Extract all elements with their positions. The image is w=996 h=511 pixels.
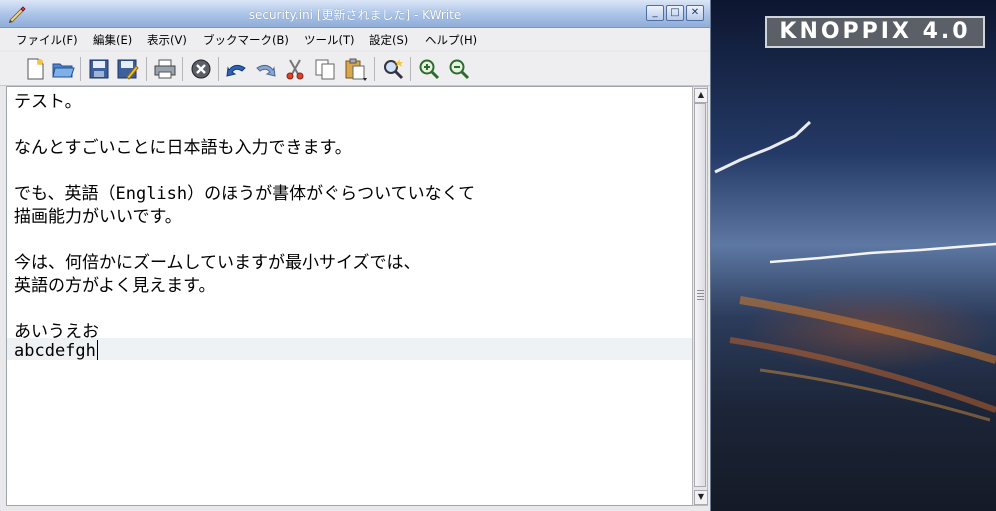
editor-line[interactable]: 今は、何倍かにズームしていますが最小サイズでは、	[14, 248, 420, 273]
menu-help[interactable]: ヘルプ(H)	[425, 32, 477, 48]
window-title: security.ini [更新されました] - KWrite	[248, 8, 462, 22]
current-line-text: abcdefgh	[14, 341, 96, 361]
toolbar	[0, 52, 710, 86]
text-cursor	[96, 340, 99, 360]
menu-bar: ファイル(F) 編集(E) 表示(V) ブックマーク(B) ツール(T) 設定(…	[0, 28, 710, 50]
print-icon[interactable]	[152, 56, 178, 82]
minimize-button[interactable]: _	[646, 5, 664, 21]
text-editor[interactable]: テスト。 なんとすごいことに日本語も入力できます。 でも、英語（English）…	[6, 86, 693, 506]
editor-line[interactable]: テスト。	[14, 87, 82, 112]
close-button[interactable]: ✕	[686, 5, 704, 21]
maximize-button[interactable]: □	[666, 5, 684, 21]
toolbar-separator	[146, 57, 147, 81]
toolbar-separator	[80, 57, 81, 81]
cut-icon[interactable]	[282, 56, 308, 82]
scroll-grip-icon	[697, 290, 704, 300]
knoppix-logo: KNOPPIX 4.0	[765, 16, 985, 48]
editor-line[interactable]: でも、英語（English）のほうが書体がぐらついていなくて	[14, 179, 475, 204]
editor-line-current[interactable]: abcdefgh	[14, 340, 99, 361]
kwrite-window: security.ini [更新されました] - KWrite _ □ ✕ ファ…	[0, 0, 711, 511]
toolbar-separator	[218, 57, 219, 81]
title-bar[interactable]: security.ini [更新されました] - KWrite _ □ ✕	[0, 0, 710, 28]
vertical-scrollbar[interactable]: ▲ ▼	[692, 86, 708, 506]
editor-line[interactable]: 描画能力がいいです。	[14, 202, 182, 227]
menu-view[interactable]: 表示(V)	[147, 32, 187, 48]
current-line-highlight	[7, 338, 692, 360]
redo-icon[interactable]	[252, 56, 278, 82]
save-icon[interactable]	[86, 56, 112, 82]
open-folder-icon[interactable]	[50, 56, 76, 82]
copy-icon[interactable]	[312, 56, 338, 82]
find-icon[interactable]	[380, 56, 406, 82]
paste-icon[interactable]	[342, 56, 368, 82]
toolbar-separator	[410, 57, 411, 81]
new-file-icon[interactable]	[22, 56, 48, 82]
zoom-out-icon[interactable]	[446, 56, 472, 82]
editor-line[interactable]: 英語の方がよく見えます。	[14, 271, 215, 296]
menu-edit[interactable]: 編集(E)	[93, 32, 132, 48]
save-as-icon[interactable]	[114, 56, 140, 82]
menu-file[interactable]: ファイル(F)	[16, 32, 78, 48]
menu-bookmarks[interactable]: ブックマーク(B)	[203, 32, 289, 48]
scroll-up-arrow[interactable]: ▲	[694, 88, 708, 103]
menu-settings[interactable]: 設定(S)	[369, 32, 408, 48]
toolbar-separator	[182, 57, 183, 81]
toolbar-separator	[374, 57, 375, 81]
editor-line[interactable]: なんとすごいことに日本語も入力できます。	[14, 133, 352, 158]
undo-icon[interactable]	[224, 56, 250, 82]
scroll-down-arrow[interactable]: ▼	[694, 490, 708, 505]
scroll-thumb[interactable]	[694, 103, 706, 487]
zoom-in-icon[interactable]	[416, 56, 442, 82]
menu-tools[interactable]: ツール(T)	[304, 32, 355, 48]
editor-line[interactable]: あいうえお	[14, 317, 99, 342]
close-doc-icon[interactable]	[188, 56, 214, 82]
